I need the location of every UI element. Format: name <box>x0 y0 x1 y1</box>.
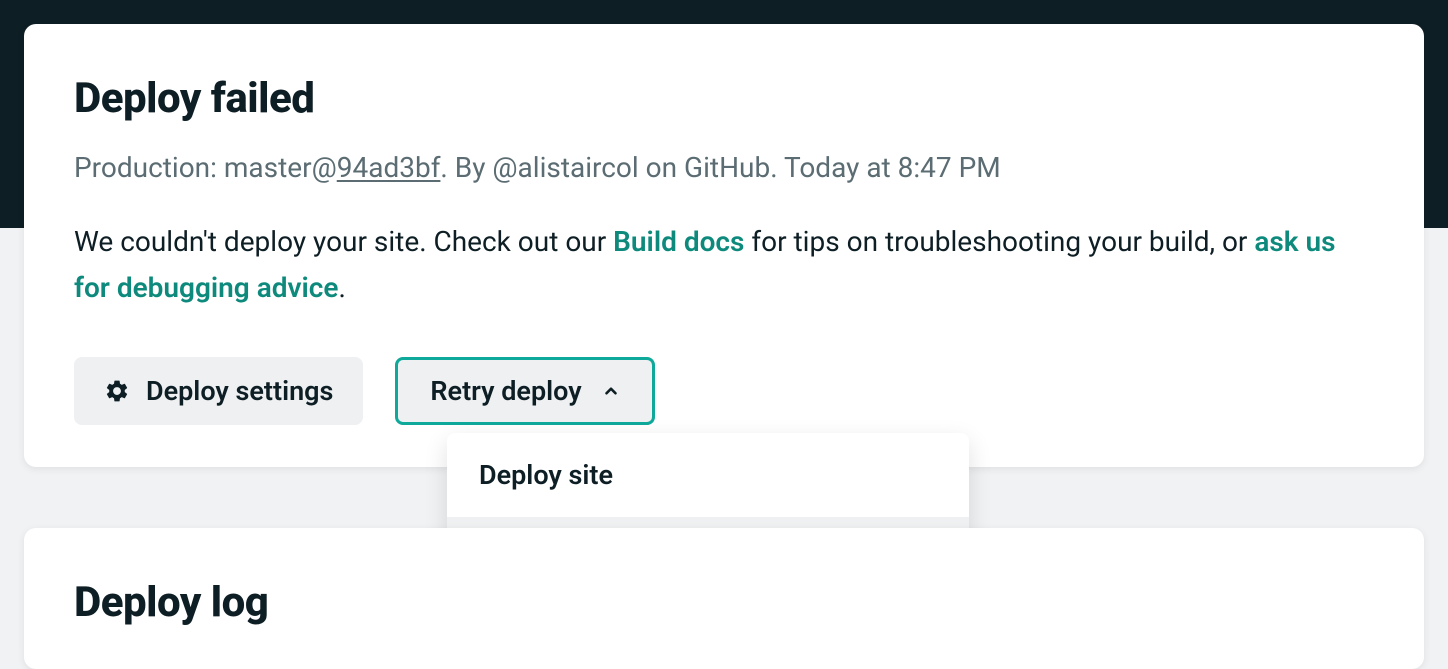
deploy-status-card: Deploy failed Production: master@94ad3bf… <box>24 24 1424 467</box>
commit-hash-link[interactable]: 94ad3bf <box>337 151 441 184</box>
deploy-body: We couldn't deploy your site. Check out … <box>74 219 1374 311</box>
deploy-meta-by-prefix: . By <box>440 151 492 184</box>
deploy-status-title: Deploy failed <box>74 74 1374 123</box>
dropdown-deploy-site[interactable]: Deploy site <box>447 433 969 517</box>
deploy-log-title: Deploy log <box>74 578 1374 627</box>
deploy-settings-button[interactable]: Deploy settings <box>74 357 363 425</box>
deploy-body-part3: . <box>338 271 345 304</box>
deploy-body-part2: for tips on troubleshooting your build, … <box>744 225 1254 258</box>
build-docs-link[interactable]: Build docs <box>613 225 744 258</box>
deploy-author: @alistaircol <box>492 151 638 184</box>
deploy-button-row: Deploy settings Retry deploy Deploy site… <box>74 357 1374 425</box>
deploy-settings-label: Deploy settings <box>146 375 333 407</box>
retry-deploy-button[interactable]: Retry deploy <box>395 357 654 425</box>
deploy-meta-prefix: Production: master@ <box>74 151 337 184</box>
chevron-up-icon <box>602 382 620 400</box>
deploy-meta-on: on GitHub. <box>639 151 784 184</box>
deploy-meta: Production: master@94ad3bf. By @alistair… <box>74 147 1374 189</box>
deploy-log-card: Deploy log <box>24 528 1424 669</box>
retry-deploy-label: Retry deploy <box>430 375 581 407</box>
deploy-body-part1: We couldn't deploy your site. Check out … <box>74 225 613 258</box>
deploy-time: Today at 8:47 PM <box>784 151 1001 184</box>
gear-icon <box>104 378 130 404</box>
